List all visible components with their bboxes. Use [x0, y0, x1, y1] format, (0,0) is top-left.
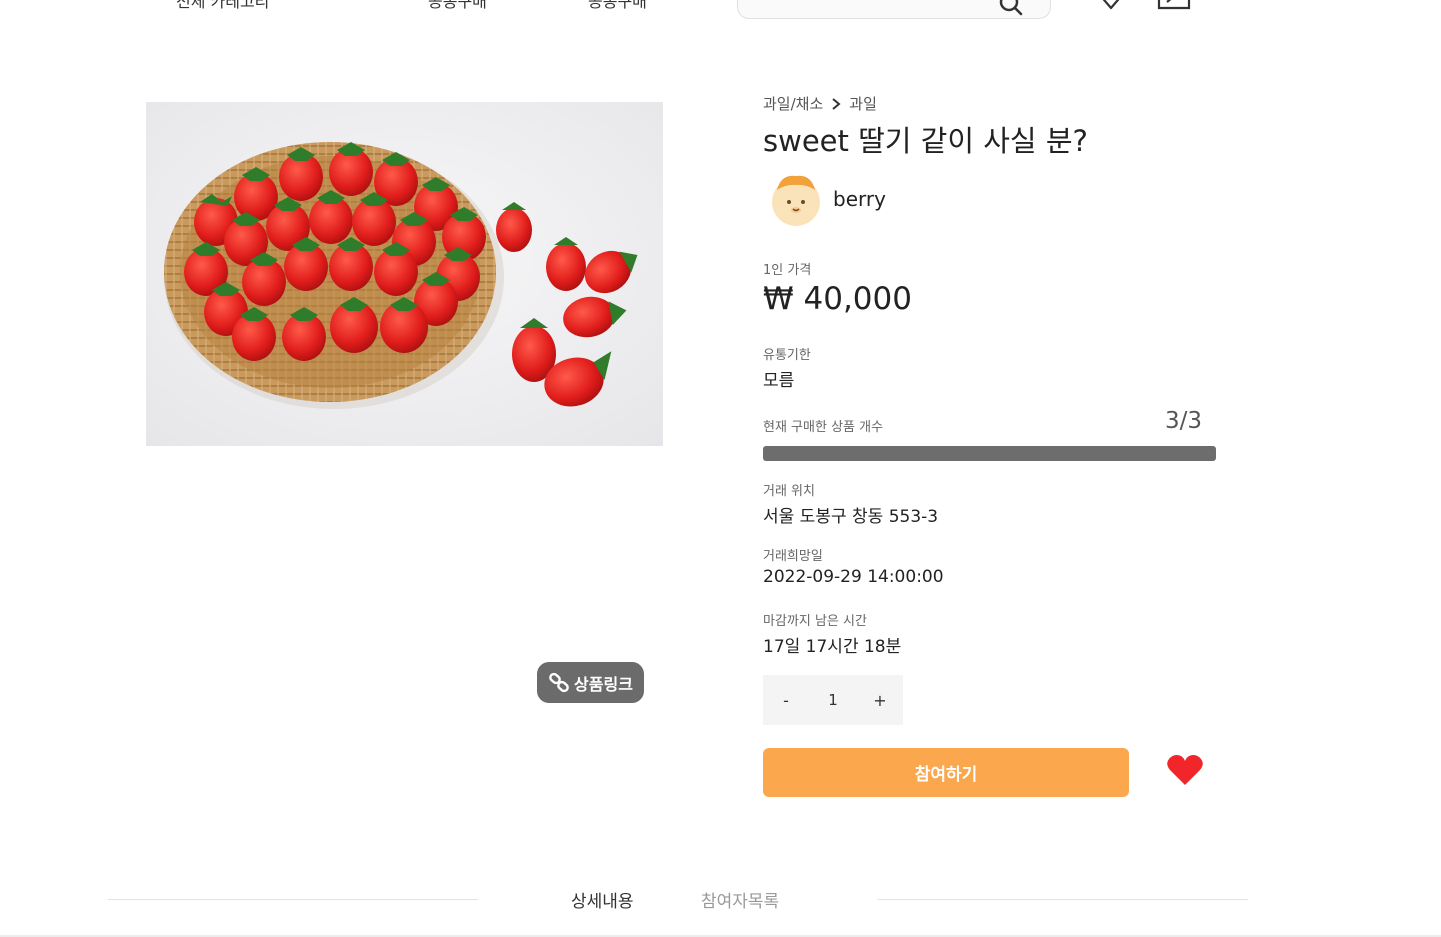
nav-group-buy[interactable]: 공동구매	[428, 0, 487, 12]
chevron-right-icon	[832, 97, 841, 110]
join-button-label: 참여하기	[914, 765, 978, 785]
location-value: 서울 도봉구 창동 553-3	[763, 507, 939, 527]
product-image	[146, 102, 663, 446]
join-button[interactable]: 참여하기	[763, 748, 1129, 797]
trade-date-value: 2022-09-29 14:00:00	[763, 567, 944, 587]
tab-divider-right	[877, 899, 1248, 900]
quantity-increase-button[interactable]: +	[857, 691, 903, 710]
expiry-label: 유통기한	[763, 348, 811, 363]
seller-avatar[interactable]	[771, 172, 821, 228]
search-icon[interactable]	[998, 0, 1024, 19]
breadcrumb-category[interactable]: 과일/채소	[763, 93, 823, 114]
purchase-count-value: 3/3	[1164, 408, 1202, 434]
product-link-label: 상품링크	[574, 674, 633, 694]
search-input[interactable]	[737, 0, 1051, 19]
purchase-progress-bar	[763, 446, 1216, 461]
quantity-decrease-button[interactable]: -	[763, 691, 809, 710]
purchase-count-label: 현재 구매한 상품 개수	[763, 420, 884, 435]
product-link-button[interactable]: 상품링크	[537, 662, 644, 703]
nav-group-buy-2[interactable]: 공동구매	[588, 0, 647, 12]
write-icon[interactable]	[1157, 0, 1193, 12]
quantity-stepper: - 1 +	[763, 675, 903, 725]
quantity-value[interactable]: 1	[809, 691, 857, 709]
heart-icon[interactable]	[1166, 753, 1204, 787]
remaining-time-value: 17일 17시간 18분	[763, 637, 902, 657]
breadcrumb-subcategory[interactable]: 과일	[849, 93, 877, 114]
tab-details[interactable]: 상세내용	[571, 887, 634, 912]
purchase-progress-fill	[763, 446, 1216, 461]
nav-all-categories[interactable]: 전체 카테고리	[176, 0, 269, 12]
seller-name[interactable]: berry	[833, 187, 886, 211]
tab-divider-left	[108, 899, 478, 900]
page-title: sweet 딸기 같이 사실 분?	[763, 124, 1088, 158]
price-label: 1인 가격	[763, 263, 812, 278]
trade-date-label: 거래희망일	[763, 549, 823, 564]
tab-participants[interactable]: 참여자목록	[701, 887, 779, 912]
location-label: 거래 위치	[763, 484, 815, 499]
wishlist-icon[interactable]	[1096, 0, 1126, 10]
remaining-time-label: 마감까지 남은 시간	[763, 614, 867, 629]
expiry-value: 모름	[763, 371, 795, 391]
price-value: ₩ 40,000	[763, 281, 912, 317]
link-icon	[549, 672, 569, 692]
breadcrumb: 과일/채소 과일	[763, 93, 877, 114]
